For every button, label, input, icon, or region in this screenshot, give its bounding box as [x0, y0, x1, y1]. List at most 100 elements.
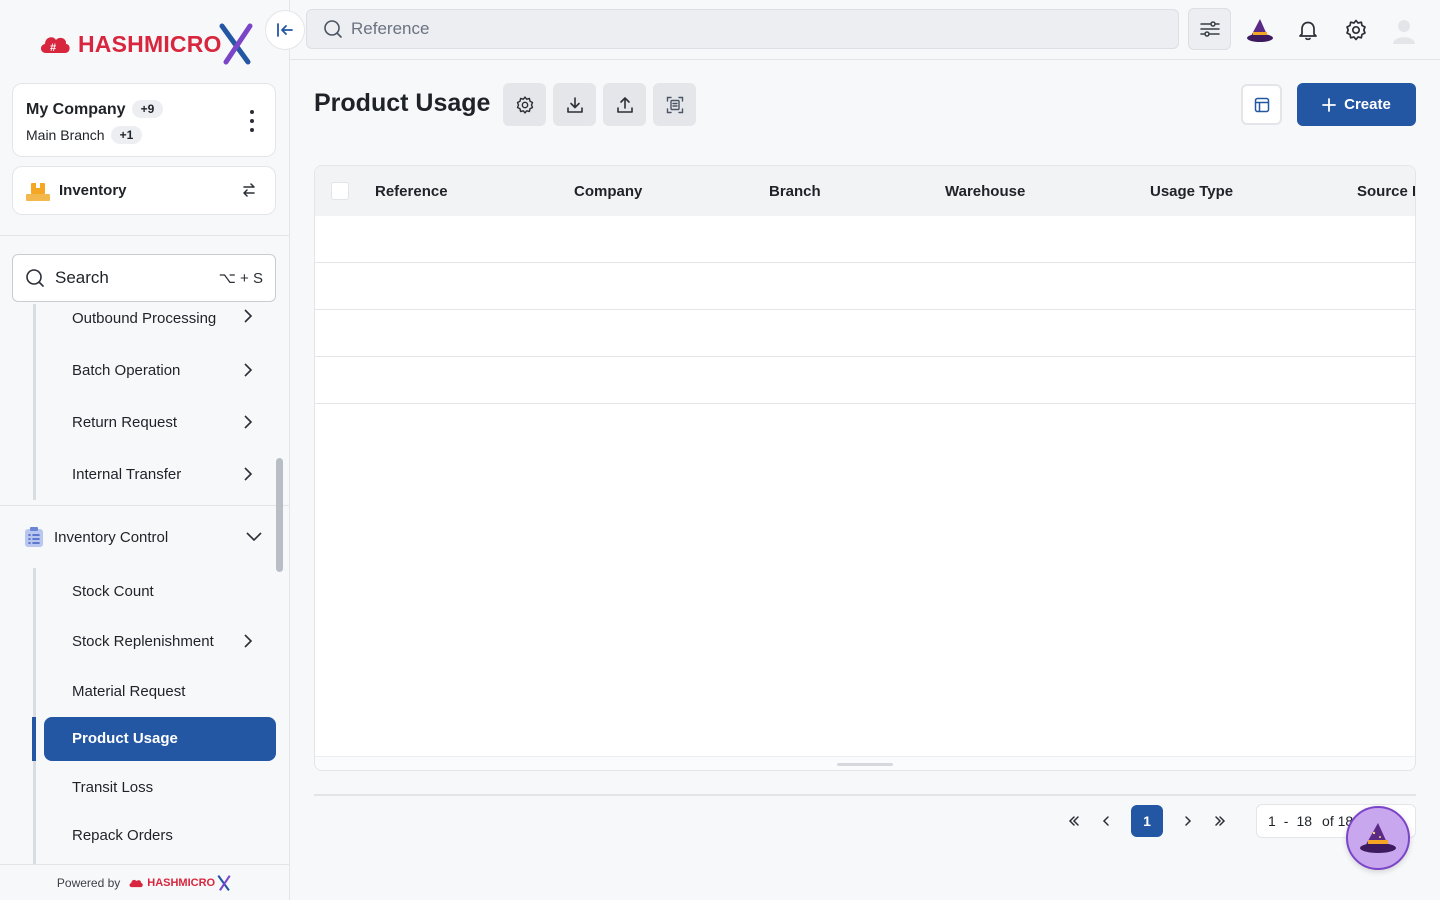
column-header-company[interactable]: Company [574, 183, 642, 200]
sliders-icon [1199, 21, 1220, 37]
chevron-left-icon [1102, 816, 1109, 826]
assistant-wizard-icon[interactable] [1246, 16, 1274, 44]
sidebar-search-placeholder: Search [55, 268, 109, 287]
bell-icon[interactable] [1294, 16, 1322, 44]
search-icon [324, 20, 342, 38]
column-header-branch[interactable]: Branch [769, 183, 821, 200]
menu-group-divider [0, 505, 289, 506]
collapse-sidebar-button[interactable] [265, 10, 305, 50]
hashmicro-cloud-icon: # [40, 37, 70, 54]
pagination-divider [314, 794, 1416, 796]
last-page-button[interactable] [1204, 805, 1236, 837]
table-horizontal-scrollbar[interactable] [315, 756, 1415, 770]
sidebar-scrollbar[interactable] [276, 458, 283, 572]
settings-button[interactable] [503, 83, 546, 126]
table-header: Reference Company Branch Warehouse Usage… [315, 166, 1415, 216]
swap-arrows-icon[interactable] [241, 182, 257, 198]
sidebar-item-repack-orders[interactable]: Repack Orders [72, 827, 173, 844]
upload-button[interactable] [603, 83, 646, 126]
view-switch-button[interactable] [1241, 84, 1282, 125]
logo-x-mark [217, 874, 231, 891]
chevron-right-icon [1185, 816, 1192, 826]
column-header-reference[interactable]: Reference [375, 183, 448, 200]
scan-document-icon [666, 96, 683, 113]
active-item-indicator [32, 717, 36, 761]
user-avatar[interactable] [1390, 16, 1418, 44]
search-icon [26, 269, 44, 287]
range-separator: - [1283, 813, 1289, 829]
powered-by-footer: Powered by HASHMICRO [0, 864, 289, 900]
chevron-right-icon[interactable] [243, 362, 253, 378]
sidebar-item-return-request[interactable]: Return Request [72, 414, 177, 431]
table-row[interactable] [315, 310, 1415, 357]
column-header-source-document[interactable]: Source D [1357, 183, 1415, 200]
table-layout-icon [1254, 97, 1269, 112]
range-start: 1 [1268, 813, 1276, 829]
menu-tree-line [33, 304, 36, 500]
logo-x-mark [219, 23, 253, 65]
chevrons-right-icon [1215, 816, 1226, 826]
upload-icon [616, 96, 633, 113]
clipboard-list-icon [25, 527, 43, 547]
module-switcher[interactable]: Inventory [12, 166, 276, 215]
hashmicro-logo[interactable]: # HASHMICRO [38, 22, 254, 66]
sidebar-item-transit-loss[interactable]: Transit Loss [72, 779, 153, 796]
download-icon [566, 96, 583, 113]
column-header-warehouse[interactable]: Warehouse [945, 183, 1025, 200]
chevron-right-icon[interactable] [243, 414, 253, 430]
menu-tree-line [33, 568, 36, 864]
chevron-down-icon[interactable] [246, 532, 262, 542]
ai-assistant-button[interactable] [1346, 806, 1410, 870]
sidebar-item-label: Product Usage [72, 730, 178, 747]
top-bar: Reference [290, 0, 1440, 60]
sidebar-item-internal-transfer[interactable]: Internal Transfer [72, 466, 181, 483]
next-page-button[interactable] [1172, 805, 1204, 837]
inventory-box-icon [26, 182, 50, 201]
company-switcher[interactable]: My Company +9 Main Branch +1 [12, 83, 276, 157]
create-button-label: Create [1344, 96, 1391, 113]
table-row[interactable] [315, 216, 1415, 263]
company-count-badge: +9 [131, 100, 164, 118]
gear-icon [516, 95, 533, 114]
chevron-right-icon[interactable] [243, 633, 253, 649]
sidebar: # HASHMICRO My Company +9 Main Branch +1 I… [0, 0, 290, 900]
wizard-hat-icon [1360, 823, 1396, 853]
chevron-right-icon[interactable] [243, 466, 253, 482]
page-number-button[interactable]: 1 [1131, 805, 1163, 837]
company-more-icon[interactable] [249, 110, 255, 132]
table-row[interactable] [315, 263, 1415, 310]
module-label: Inventory [59, 182, 127, 199]
powered-by-logo: HASHMICRO [128, 874, 232, 892]
sidebar-item-outbound-processing[interactable]: Outbound Processing [72, 310, 216, 327]
global-search-placeholder: Reference [351, 19, 430, 38]
sidebar-item-batch-operation[interactable]: Batch Operation [72, 362, 180, 379]
sidebar-item-material-request[interactable]: Material Request [72, 683, 185, 700]
branch-name: Main Branch +1 [26, 126, 143, 144]
branch-count-badge: +1 [110, 126, 143, 144]
svg-text:#: # [50, 42, 56, 54]
select-all-checkbox[interactable] [331, 182, 349, 200]
search-shortcut: ⌥ + S [218, 270, 263, 287]
scan-button[interactable] [653, 83, 696, 126]
hashmicro-cloud-icon [129, 879, 144, 887]
chevrons-left-icon [1068, 816, 1079, 826]
gear-icon[interactable] [1342, 16, 1370, 44]
records-table: Reference Company Branch Warehouse Usage… [314, 165, 1416, 771]
sidebar-item-product-usage[interactable]: Product Usage [44, 717, 276, 761]
sidebar-search-input[interactable]: Search ⌥ + S [12, 254, 276, 302]
create-button[interactable]: Create [1297, 83, 1416, 126]
powered-by-text: Powered by [56, 875, 121, 890]
chevron-right-icon[interactable] [243, 308, 253, 324]
download-button[interactable] [553, 83, 596, 126]
sidebar-item-stock-replenishment[interactable]: Stock Replenishment [72, 633, 214, 650]
sidebar-item-stock-count[interactable]: Stock Count [72, 583, 154, 600]
sidebar-menu: Outbound Processing Batch Operation Retu… [0, 304, 289, 864]
table-row[interactable] [315, 357, 1415, 404]
first-page-button[interactable] [1058, 805, 1090, 837]
previous-page-button[interactable] [1090, 805, 1122, 837]
column-header-usage-type[interactable]: Usage Type [1150, 183, 1233, 200]
range-end: 18 [1296, 813, 1313, 829]
filter-button[interactable] [1188, 8, 1231, 50]
global-search-input[interactable]: Reference [306, 9, 1179, 49]
sidebar-group-inventory-control[interactable]: Inventory Control [24, 526, 168, 548]
